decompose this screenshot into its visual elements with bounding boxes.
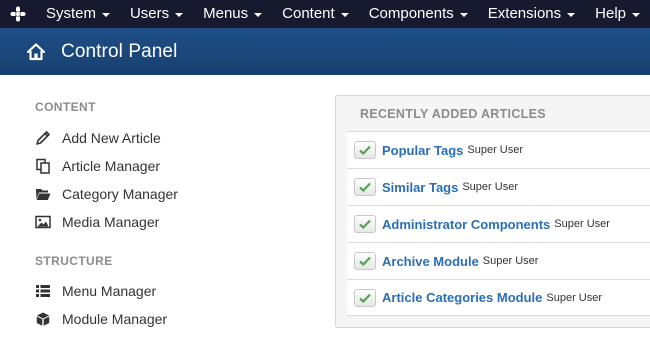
published-check-icon[interactable] xyxy=(354,215,376,233)
menu-components[interactable]: Components xyxy=(359,0,478,28)
menu-content[interactable]: Content xyxy=(272,0,359,28)
sidebar-item-add-new-article[interactable]: Add New Article xyxy=(35,127,161,149)
sidebar-item-category-manager[interactable]: Category Manager xyxy=(35,183,178,205)
caret-down-icon xyxy=(459,13,468,17)
section-title-structure: STRUCTURE xyxy=(35,254,113,268)
menu-label: Help xyxy=(595,5,626,22)
top-navbar: System Users Menus Content Components Ex… xyxy=(0,0,650,28)
article-title-link[interactable]: Similar Tags xyxy=(382,180,458,195)
menu-system[interactable]: System xyxy=(36,0,120,28)
sidebar-item-label: Category Manager xyxy=(62,186,178,202)
article-title-link[interactable]: Archive Module xyxy=(382,254,479,269)
article-author: Super User xyxy=(482,255,539,267)
sidebar: CONTENT Add New Article Article Manager … xyxy=(0,75,320,339)
home-icon xyxy=(26,42,46,62)
article-author: Super User xyxy=(554,218,610,230)
sidebar-item-module-manager[interactable]: Module Manager xyxy=(35,308,167,330)
menu-label: Extensions xyxy=(487,5,562,22)
menu-help[interactable]: Help xyxy=(585,0,650,28)
published-check-icon[interactable] xyxy=(354,178,376,196)
cube-icon xyxy=(35,311,51,327)
sidebar-item-label: Media Manager xyxy=(62,214,160,230)
article-author: Super User xyxy=(546,291,603,304)
copy-icon xyxy=(35,158,51,174)
sidebar-item-article-manager[interactable]: Article Manager xyxy=(35,155,160,177)
article-row: Administrator Components Super User xyxy=(347,205,650,242)
sidebar-item-label: Article Manager xyxy=(62,158,161,174)
caret-down-icon xyxy=(254,13,263,17)
caret-down-icon xyxy=(567,13,576,17)
list-icon xyxy=(35,283,51,299)
published-check-icon[interactable] xyxy=(354,288,376,307)
sidebar-item-label: Add New Article xyxy=(62,130,161,146)
sidebar-item-label: Module Manager xyxy=(62,311,168,327)
article-row: Similar Tags Super User xyxy=(347,168,650,205)
joomla-logo-icon[interactable] xyxy=(0,0,36,28)
image-icon xyxy=(35,214,51,230)
published-check-icon[interactable] xyxy=(354,141,376,159)
menu-label: Content xyxy=(282,5,335,22)
sidebar-item-label: Menu Manager xyxy=(62,283,157,299)
menu-menus[interactable]: Menus xyxy=(193,0,272,28)
caret-down-icon xyxy=(632,13,640,17)
caret-down-icon xyxy=(175,13,184,17)
panel-title: RECENTLY ADDED ARTICLES xyxy=(360,107,546,121)
pencil-icon xyxy=(35,130,51,146)
menu-users[interactable]: Users xyxy=(120,0,193,28)
article-row: Archive Module Super User xyxy=(347,242,650,279)
article-author: Super User xyxy=(462,181,518,193)
page-header: Control Panel xyxy=(0,28,650,75)
menu-label: Components xyxy=(368,5,454,22)
menu-label: Users xyxy=(129,5,170,22)
page-title: Control Panel xyxy=(61,40,178,62)
caret-down-icon xyxy=(101,13,110,17)
sidebar-item-menu-manager[interactable]: Menu Manager xyxy=(35,280,156,302)
article-title-link[interactable]: Article Categories Module xyxy=(382,290,542,305)
article-row: Popular Tags Super User xyxy=(347,131,650,168)
menu-extensions[interactable]: Extensions xyxy=(478,0,585,28)
section-title-content: CONTENT xyxy=(35,100,96,114)
recent-articles-panel: RECENTLY ADDED ARTICLES Popular Tags Sup… xyxy=(335,95,650,328)
sidebar-item-media-manager[interactable]: Media Manager xyxy=(35,211,159,233)
article-author: Super User xyxy=(467,144,524,156)
published-check-icon[interactable] xyxy=(354,252,376,270)
menu-label: Menus xyxy=(203,5,249,22)
menu-label: System xyxy=(45,5,96,22)
folder-open-icon xyxy=(35,186,51,202)
article-title-link[interactable]: Administrator Components xyxy=(382,217,550,232)
article-title-link[interactable]: Popular Tags xyxy=(382,143,463,158)
article-row: Article Categories Module Super User xyxy=(347,279,650,316)
caret-down-icon xyxy=(340,13,349,17)
